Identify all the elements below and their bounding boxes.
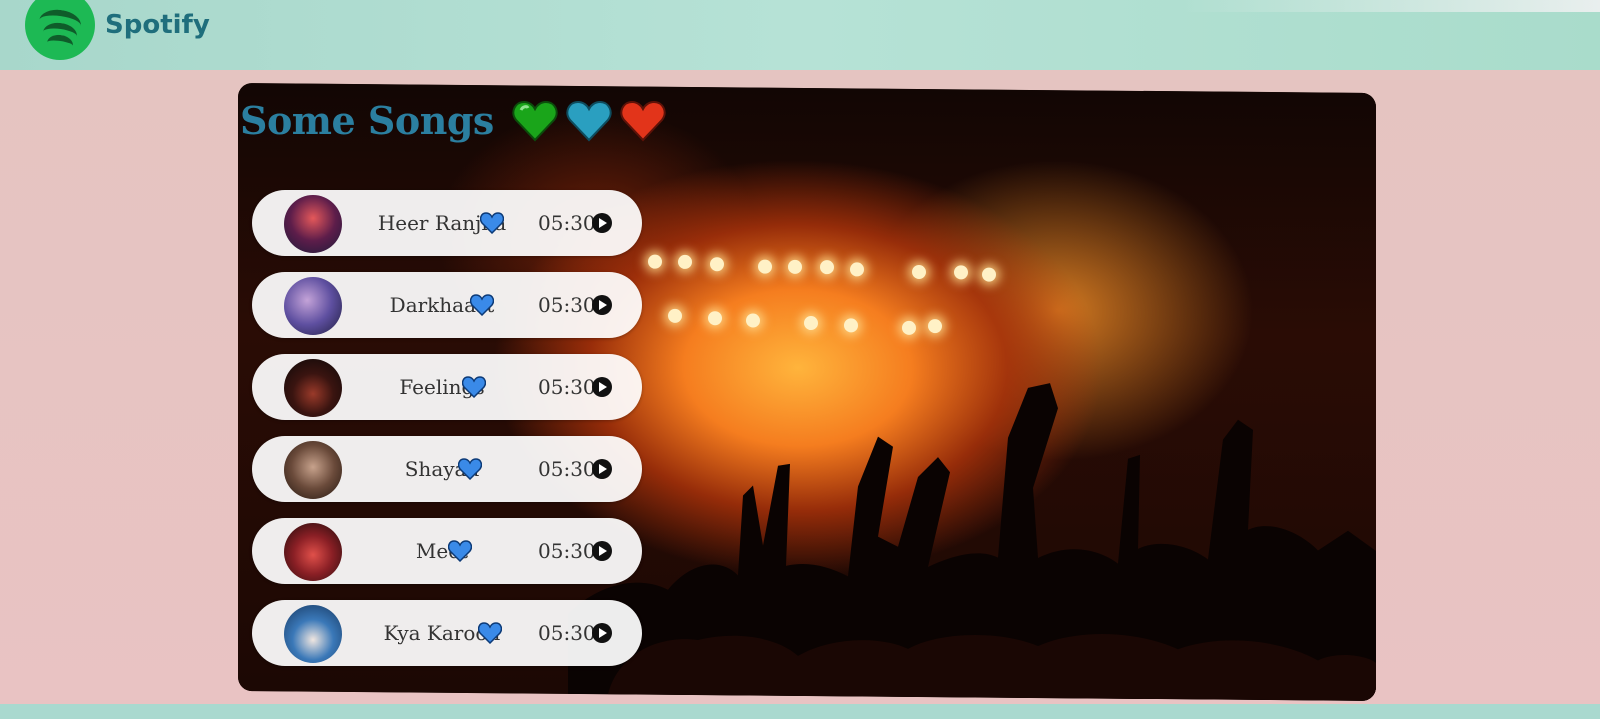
- play-icon[interactable]: [592, 213, 612, 233]
- play-icon[interactable]: [592, 459, 612, 479]
- favorite-heart-icon[interactable]: [480, 212, 504, 234]
- section-header: Some Songs: [240, 98, 666, 143]
- play-icon[interactable]: [592, 541, 612, 561]
- favorite-heart-icon[interactable]: [462, 376, 486, 398]
- page-title: Some Songs: [240, 98, 494, 143]
- album-cover: [284, 277, 342, 335]
- song-title: Meet: [415, 539, 469, 563]
- album-cover: [284, 605, 342, 663]
- top-navbar: Spotify: [0, 0, 1600, 70]
- blue-heart-icon: [566, 100, 612, 141]
- song-item[interactable]: Feelings 05:30: [252, 354, 642, 420]
- favorite-heart-icon[interactable]: [470, 294, 494, 316]
- song-list: Heer Ranjha 05:30 Darkhaast 05:30 Feelin…: [252, 190, 642, 682]
- album-cover: [284, 359, 342, 417]
- song-title: Shayad: [404, 457, 480, 481]
- favorite-heart-icon[interactable]: [478, 622, 502, 644]
- song-duration: 05:30: [538, 211, 596, 235]
- song-duration: 05:30: [538, 621, 596, 645]
- play-icon[interactable]: [592, 377, 612, 397]
- song-duration: 05:30: [538, 375, 596, 399]
- favorite-heart-icon[interactable]: [448, 540, 472, 562]
- song-title: Feelings: [399, 375, 485, 399]
- bottom-strip: [0, 704, 1600, 719]
- play-icon[interactable]: [592, 295, 612, 315]
- brand-name[interactable]: Spotify: [105, 10, 210, 40]
- song-item[interactable]: Shayad 05:30: [252, 436, 642, 502]
- title-hearts: [512, 100, 666, 142]
- album-cover: [284, 441, 342, 499]
- favorite-heart-icon[interactable]: [458, 458, 482, 480]
- red-heart-icon: [620, 100, 666, 141]
- album-cover: [284, 523, 342, 581]
- spotify-logo-icon[interactable]: [25, 0, 95, 60]
- play-icon[interactable]: [592, 623, 612, 643]
- song-duration: 05:30: [538, 539, 596, 563]
- song-item[interactable]: Heer Ranjha 05:30: [252, 190, 642, 256]
- song-item[interactable]: Meet 05:30: [252, 518, 642, 584]
- green-heart-icon: [512, 100, 558, 141]
- song-duration: 05:30: [538, 457, 596, 481]
- song-item[interactable]: Kya Karoon 05:30: [252, 600, 642, 666]
- song-duration: 05:30: [538, 293, 596, 317]
- album-cover: [284, 195, 342, 253]
- song-item[interactable]: Darkhaast 05:30: [252, 272, 642, 338]
